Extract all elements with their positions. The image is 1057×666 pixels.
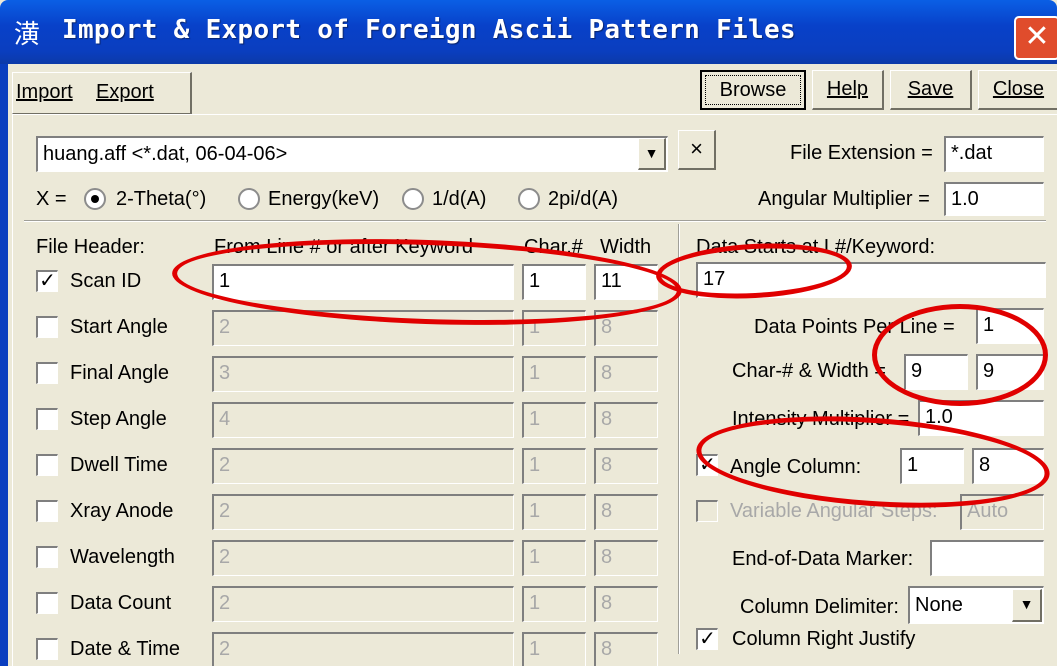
dwell-time-char-input: 1 xyxy=(522,448,586,484)
title-bar[interactable]: 潢 Import & Export of Foreign Ascii Patte… xyxy=(0,0,1057,64)
data-count-char-input: 1 xyxy=(522,586,586,622)
browse-button[interactable]: Browse xyxy=(700,70,806,110)
dialog-window: 潢 Import & Export of Foreign Ascii Patte… xyxy=(0,0,1057,666)
xray-anode-checkbox[interactable] xyxy=(36,500,58,522)
step-angle-label: Step Angle xyxy=(70,408,167,430)
final-angle-width-input: 8 xyxy=(594,356,658,392)
save-label: Save xyxy=(907,78,954,100)
right-justify-checkbox[interactable]: ✓ xyxy=(696,628,718,650)
close-button[interactable]: Close xyxy=(978,70,1057,110)
start-angle-checkbox[interactable] xyxy=(36,316,58,338)
tab-export[interactable]: Export xyxy=(96,74,154,114)
end-marker-input[interactable] xyxy=(930,540,1044,576)
xray-anode-char-input: 1 xyxy=(522,494,586,530)
tab-import[interactable]: Import xyxy=(16,74,73,114)
help-button[interactable]: Help xyxy=(812,70,884,110)
date-time-char-input: 1 xyxy=(522,632,586,666)
data-count-label: Data Count xyxy=(70,592,172,614)
dwell-time-checkbox[interactable] xyxy=(36,454,58,476)
angular-multiplier-input[interactable]: 1.0 xyxy=(944,182,1044,216)
chevron-down-icon: ▼ xyxy=(1019,596,1034,612)
window-title: Import & Export of Foreign Ascii Pattern… xyxy=(62,15,796,45)
browse-label: Browse xyxy=(719,79,787,101)
radio-1-over-d[interactable] xyxy=(402,188,424,210)
wavelength-label: Wavelength xyxy=(70,546,175,568)
divider xyxy=(24,220,1046,222)
x-axis-label: X = xyxy=(36,188,67,210)
angular-multiplier-label: Angular Multiplier = xyxy=(758,188,930,210)
step-angle-char-input: 1 xyxy=(522,402,586,438)
format-select[interactable]: huang.aff <*.dat, 06-04-06> xyxy=(36,136,668,172)
scan-id-checkbox[interactable]: ✓ xyxy=(36,270,58,292)
scan-id-label: Scan ID xyxy=(70,270,142,292)
step-angle-checkbox[interactable] xyxy=(36,408,58,430)
date-time-label: Date & Time xyxy=(70,638,181,660)
file-header-title: File Header: xyxy=(36,236,145,258)
date-time-checkbox[interactable] xyxy=(36,638,58,660)
final-angle-line-input: 3 xyxy=(212,356,514,392)
wavelength-line-input: 2 xyxy=(212,540,514,576)
help-label: Help xyxy=(826,78,869,100)
col-width: Width xyxy=(600,236,652,258)
wavelength-checkbox[interactable] xyxy=(36,546,58,568)
format-dropdown-button[interactable]: ▼ xyxy=(638,138,666,170)
final-angle-char-input: 1 xyxy=(522,356,586,392)
save-button[interactable]: Save xyxy=(890,70,972,110)
final-angle-checkbox[interactable] xyxy=(36,362,58,384)
annotation-ellipse-charwidth xyxy=(872,304,1048,406)
radio-2pi-over-d-label: 2pi/d(A) xyxy=(548,188,619,210)
radio-energy[interactable] xyxy=(238,188,260,210)
variable-steps-checkbox xyxy=(696,500,718,522)
xray-anode-width-input: 8 xyxy=(594,494,658,530)
wavelength-char-input: 1 xyxy=(522,540,586,576)
start-angle-label: Start Angle xyxy=(70,316,168,338)
close-label: Close xyxy=(992,78,1045,100)
right-justify-label: Column Right Justify xyxy=(732,628,916,650)
radio-2pi-over-d[interactable] xyxy=(518,188,540,210)
step-angle-line-input: 4 xyxy=(212,402,514,438)
dwell-time-label: Dwell Time xyxy=(70,454,168,476)
radio-2theta[interactable] xyxy=(84,188,106,210)
data-count-checkbox[interactable] xyxy=(36,592,58,614)
data-count-line-input: 2 xyxy=(212,586,514,622)
delete-format-button[interactable]: × xyxy=(678,130,716,170)
final-angle-label: Final Angle xyxy=(70,362,169,384)
delimiter-dropdown-button[interactable]: ▼ xyxy=(1012,589,1042,622)
radio-2theta-label: 2-Theta(°) xyxy=(116,188,207,210)
step-angle-width-input: 8 xyxy=(594,402,658,438)
file-extension-input[interactable]: *.dat xyxy=(944,136,1044,172)
column-delimiter-label: Column Delimiter: xyxy=(740,596,899,618)
radio-1-over-d-label: 1/d(A) xyxy=(432,188,487,210)
xray-anode-line-input: 2 xyxy=(212,494,514,530)
char-width-label: Char-# & Width = xyxy=(732,360,886,382)
data-count-width-input: 8 xyxy=(594,586,658,622)
end-marker-label: End-of-Data Marker: xyxy=(732,548,914,570)
close-window-icon[interactable]: ✕ xyxy=(1014,16,1057,60)
wavelength-width-input: 8 xyxy=(594,540,658,576)
radio-energy-label: Energy(keV) xyxy=(268,188,380,210)
dwell-time-line-input: 2 xyxy=(212,448,514,484)
dwell-time-width-input: 8 xyxy=(594,448,658,484)
window-frame xyxy=(0,64,8,666)
date-time-line-input: 2 xyxy=(212,632,514,666)
app-icon: 潢 xyxy=(14,20,41,50)
file-extension-label: File Extension = xyxy=(790,142,933,164)
close-icon: × xyxy=(690,136,703,161)
xray-anode-label: Xray Anode xyxy=(70,500,174,522)
date-time-width-input: 8 xyxy=(594,632,658,666)
